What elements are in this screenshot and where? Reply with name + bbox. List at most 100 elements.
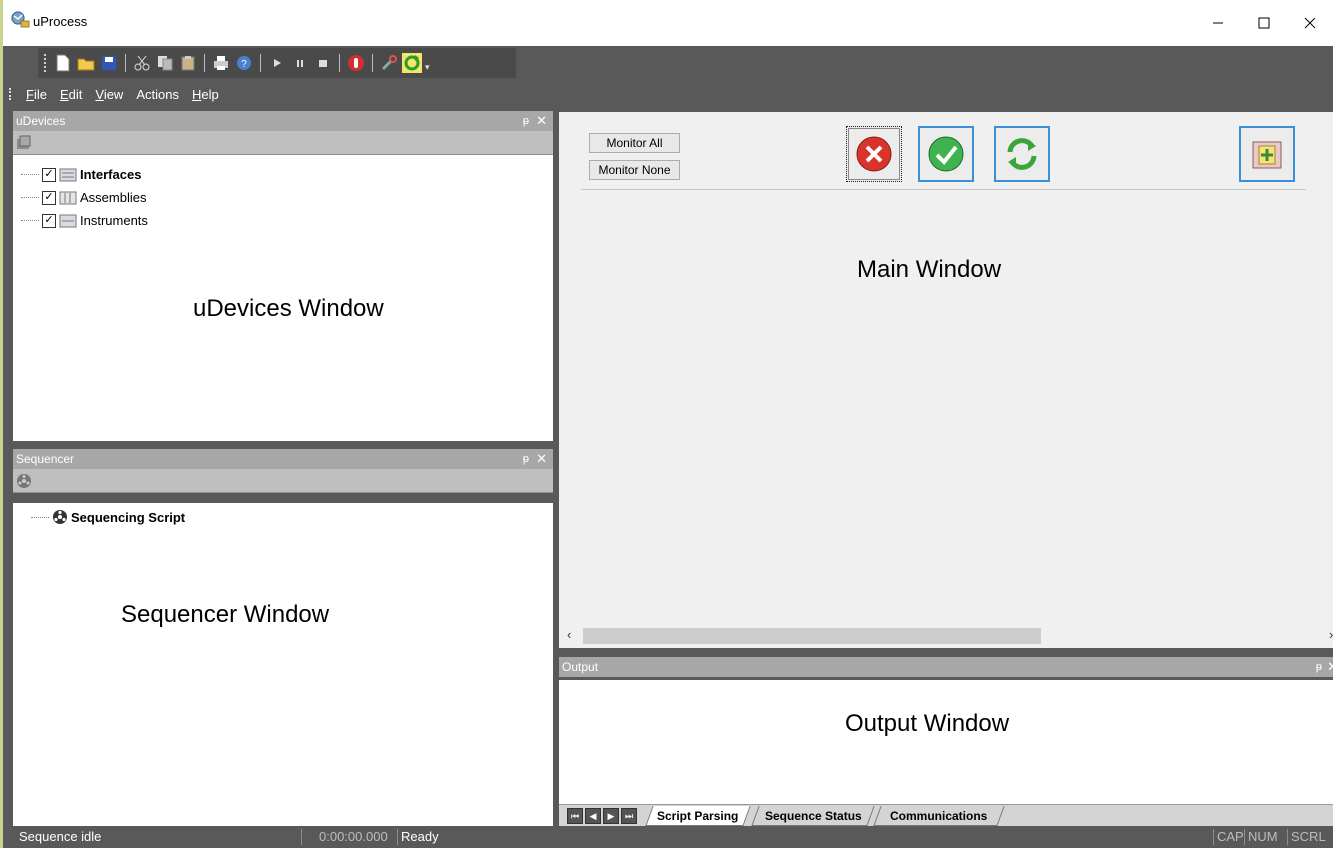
checkbox-checked-icon[interactable]: ✓	[42, 190, 56, 205]
udevices-close-button[interactable]: ✕	[536, 111, 547, 131]
svg-text:?: ?	[241, 59, 247, 70]
udevices-tree: ✓ Interfaces ✓ Assemblies ✓ Instruments …	[13, 155, 553, 441]
menu-grip[interactable]	[9, 88, 13, 100]
checkbox-checked-icon[interactable]: ✓	[42, 213, 56, 228]
close-window-button[interactable]	[1287, 0, 1333, 46]
add-film-button[interactable]	[1239, 126, 1295, 182]
pause-button[interactable]	[290, 53, 310, 73]
output-window-caption: Output Window	[845, 710, 1010, 737]
app-window: uProcess ? ▾ File Edit View Actions Help…	[0, 0, 1333, 848]
toolbar-overflow-button[interactable]: ▾	[425, 53, 433, 73]
sequencer-window-caption: Sequencer Window	[121, 601, 330, 628]
close-icon	[1304, 17, 1316, 29]
help-button[interactable]: ?	[234, 53, 254, 73]
new-file-button[interactable]	[53, 53, 73, 73]
first-tab-icon[interactable]: ⏮	[567, 808, 583, 824]
tree-label: Interfaces	[80, 167, 142, 182]
cancel-button[interactable]	[846, 126, 902, 182]
scrollbar-thumb[interactable]	[583, 628, 1041, 644]
menu-bar: File Edit View Actions Help	[3, 82, 1333, 106]
sequencer-panel-title: Sequencer	[16, 452, 75, 466]
scroll-right-icon[interactable]: ›	[1329, 627, 1333, 642]
last-tab-icon[interactable]: ⏭	[621, 808, 637, 824]
sequencer-tree: Sequencing Script Sequencer Window	[13, 503, 553, 826]
run-button[interactable]	[267, 53, 287, 73]
udevices-toolbar	[13, 131, 553, 155]
num-lock-indicator: NUM	[1248, 829, 1278, 844]
tab-sequence-status[interactable]: Sequence Status	[751, 806, 875, 826]
output-close-button[interactable]: ✕	[1327, 657, 1333, 677]
app-chrome: ? ▾ File Edit View Actions Help	[3, 46, 1333, 108]
new-file-icon	[56, 54, 70, 72]
minimize-button[interactable]	[1195, 0, 1241, 46]
cut-button[interactable]	[132, 53, 152, 73]
pin-icon[interactable]: ᵽ	[1316, 657, 1322, 677]
menu-file[interactable]: File	[26, 87, 47, 102]
refresh-icon	[1007, 138, 1037, 170]
save-icon	[102, 56, 116, 70]
sequence-state-text: Sequence idle	[19, 829, 102, 844]
film-reel-icon[interactable]	[16, 473, 32, 489]
menu-edit[interactable]: Edit	[60, 87, 82, 102]
pin-icon[interactable]: ᵽ	[523, 111, 529, 131]
cancel-icon	[856, 136, 892, 172]
tree-item-interfaces[interactable]: ✓ Interfaces	[21, 167, 141, 182]
pin-icon[interactable]: ᵽ	[523, 449, 529, 469]
horizontal-scrollbar[interactable]: ‹ ›	[559, 626, 1333, 646]
checkbox-checked-icon[interactable]: ✓	[42, 167, 56, 182]
tree-item-sequencing-script[interactable]: Sequencing Script	[31, 509, 185, 525]
scroll-left-icon[interactable]: ‹	[567, 627, 571, 642]
monitor-all-button[interactable]: Monitor All	[589, 133, 680, 153]
devices-icon[interactable]	[16, 135, 32, 151]
udevices-panel-header: uDevices ᵽ ✕	[13, 111, 553, 131]
accept-button[interactable]	[918, 126, 974, 182]
cut-icon	[134, 55, 150, 71]
output-panel-header: Output ᵽ ✕	[559, 657, 1333, 677]
toolbar-separator	[204, 54, 205, 72]
monitor-none-button[interactable]: Monitor None	[589, 160, 680, 180]
status-message: Ready	[401, 829, 439, 844]
print-icon	[214, 56, 228, 70]
menu-view[interactable]: View	[95, 87, 123, 102]
paste-icon	[181, 56, 195, 71]
tab-communications[interactable]: Communications	[873, 806, 1005, 826]
prev-tab-icon[interactable]: ◀	[585, 808, 601, 824]
tree-item-assemblies[interactable]: ✓ Assemblies	[21, 190, 146, 205]
save-button[interactable]	[99, 53, 119, 73]
print-button[interactable]	[211, 53, 231, 73]
paste-button[interactable]	[178, 53, 198, 73]
refresh-button[interactable]	[402, 53, 422, 73]
output-panel-title: Output	[562, 660, 599, 674]
menu-actions[interactable]: Actions	[136, 87, 179, 102]
menu-help[interactable]: Help	[192, 87, 219, 102]
tab-script-parsing[interactable]: Script Parsing	[645, 806, 751, 826]
maximize-icon	[1258, 17, 1270, 29]
toolbar-separator	[372, 54, 373, 72]
checkmark-icon	[928, 136, 964, 172]
tools-icon	[381, 55, 397, 71]
main-divider	[581, 189, 1306, 190]
sequencer-panel-header: Sequencer ᵽ ✕	[13, 449, 553, 469]
toolbar-grip[interactable]	[44, 54, 48, 72]
refresh-button[interactable]	[994, 126, 1050, 182]
toolbar-separator	[260, 54, 261, 72]
maximize-button[interactable]	[1241, 0, 1287, 46]
record-button[interactable]	[346, 53, 366, 73]
stop-button[interactable]	[313, 53, 333, 73]
tree-item-instruments[interactable]: ✓ Instruments	[21, 213, 148, 228]
scroll-lock-indicator: SCRL	[1291, 829, 1326, 844]
copy-button[interactable]	[155, 53, 175, 73]
output-body: Output Window	[559, 680, 1333, 804]
record-icon	[348, 55, 364, 71]
tree-label: Sequencing Script	[71, 509, 186, 525]
instruments-icon	[59, 214, 77, 227]
next-tab-icon[interactable]: ▶	[603, 808, 619, 824]
minimize-icon	[1213, 22, 1223, 24]
udevices-panel-title: uDevices	[16, 114, 66, 128]
tools-button[interactable]	[379, 53, 399, 73]
open-file-button[interactable]	[76, 53, 96, 73]
udevices-window-caption: uDevices Window	[193, 295, 384, 322]
sequencer-close-button[interactable]: ✕	[536, 449, 547, 469]
tree-label: Instruments	[80, 213, 148, 228]
film-reel-icon	[53, 510, 67, 524]
